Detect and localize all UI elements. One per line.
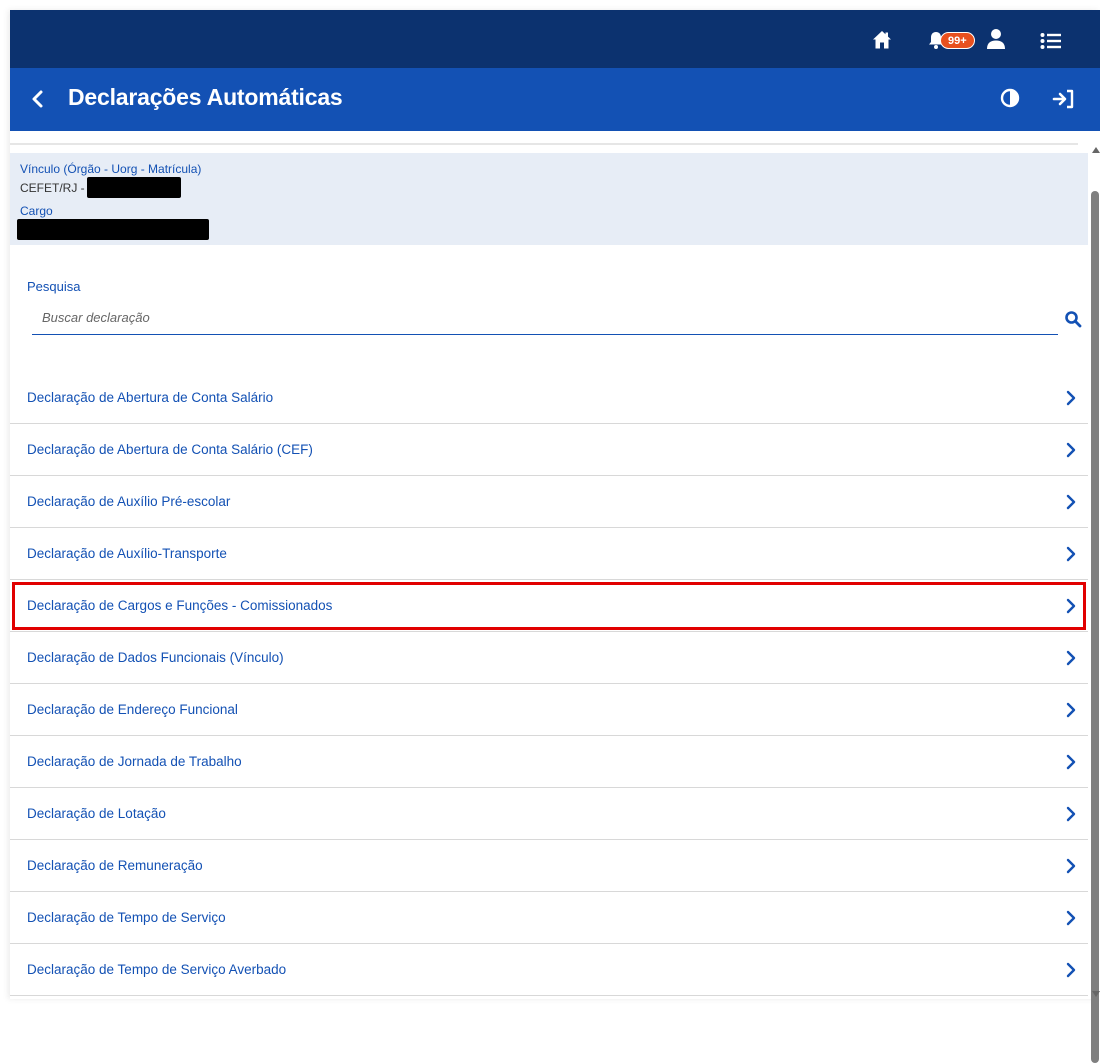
chevron-right-icon [1066, 858, 1076, 874]
home-icon[interactable] [872, 30, 892, 50]
contrast-icon[interactable] [1000, 88, 1020, 108]
vinculo-value: CEFET/RJ - [20, 177, 181, 198]
list-item[interactable]: Declaração de Abertura de Conta Salário … [10, 424, 1088, 476]
chevron-right-icon [1066, 442, 1076, 458]
chevron-right-icon [1066, 598, 1076, 614]
list-item[interactable]: Declaração de Tempo de Serviço Averbado [10, 944, 1088, 996]
chevron-right-icon [1066, 962, 1076, 978]
scroll-up-arrow[interactable] [1092, 147, 1100, 153]
search-label: Pesquisa [27, 279, 81, 294]
list-item[interactable]: Declaração de Endereço Funcional [10, 684, 1088, 736]
list-item[interactable]: Declaração de Jornada de Trabalho [10, 736, 1088, 788]
list-item[interactable]: Declaração de Tempo de Serviço [10, 892, 1088, 944]
list-item-label: Declaração de Auxílio-Transporte [27, 546, 227, 561]
vinculo-value-prefix: CEFET/RJ - [20, 180, 85, 195]
scroll-thumb[interactable] [1091, 191, 1099, 1063]
list-item-highlighted[interactable]: Declaração de Cargos e Funções - Comissi… [10, 580, 1088, 632]
chevron-right-icon [1066, 546, 1076, 562]
chevron-right-icon [1066, 702, 1076, 718]
search-row [32, 301, 1082, 337]
divider [10, 143, 1078, 145]
search-icon[interactable] [1064, 310, 1082, 328]
list-menu-icon[interactable] [1040, 32, 1062, 50]
redacted-block [17, 219, 209, 240]
chevron-right-icon [1066, 650, 1076, 666]
list-item[interactable]: Declaração de Lotação [10, 788, 1088, 840]
list-item[interactable]: Declaração de Auxílio Pré-escolar [10, 476, 1088, 528]
scroll-down-arrow[interactable] [1092, 991, 1100, 997]
title-bar: Declarações Automáticas [10, 68, 1100, 131]
chevron-left-icon[interactable] [28, 88, 48, 110]
top-bar: 99+ [10, 10, 1100, 68]
list-item-label: Declaração de Remuneração [27, 858, 203, 873]
list-item-label: Declaração de Jornada de Trabalho [27, 754, 242, 769]
notifications[interactable]: 99+ [928, 30, 975, 50]
chevron-right-icon [1066, 754, 1076, 770]
main-content: Vínculo (Órgão - Uorg - Matrícula) CEFET… [10, 131, 1088, 999]
list-item[interactable]: Declaração de Remuneração [10, 840, 1088, 892]
user-icon[interactable] [986, 28, 1006, 50]
notifications-badge: 99+ [940, 31, 975, 49]
search-input[interactable] [32, 301, 1058, 335]
vinculo-panel: Vínculo (Órgão - Uorg - Matrícula) CEFET… [10, 153, 1088, 245]
chevron-right-icon [1066, 494, 1076, 510]
scrollbar[interactable] [1090, 131, 1100, 1063]
chevron-right-icon [1066, 390, 1076, 406]
list-item-label: Declaração de Tempo de Serviço Averbado [27, 962, 287, 977]
list-item-label: Declaração de Cargos e Funções - Comissi… [27, 598, 333, 613]
list-item-label: Declaração de Endereço Funcional [27, 702, 238, 717]
list-item-label: Declaração de Lotação [27, 806, 166, 821]
list-item-label: Declaração de Dados Funcionais (Vínculo) [27, 650, 284, 665]
list-item-label: Declaração de Abertura de Conta Salário [27, 390, 274, 405]
vinculo-label: Vínculo (Órgão - Uorg - Matrícula) [20, 162, 202, 176]
list-item[interactable]: Declaração de Auxílio-Transporte [10, 528, 1088, 580]
list-item-label: Declaração de Abertura de Conta Salário … [27, 442, 313, 457]
list-item[interactable]: Declaração de Dados Funcionais (Vínculo) [10, 632, 1088, 684]
app-window: 99+ Declarações Automáticas Vínculo (Órg… [10, 10, 1100, 1063]
redacted-block [86, 177, 181, 198]
declaration-list: Declaração de Abertura de Conta Salário … [10, 372, 1088, 996]
chevron-right-icon [1066, 806, 1076, 822]
cargo-label: Cargo [20, 204, 53, 218]
cargo-value [17, 219, 209, 243]
sign-out-icon[interactable] [1052, 89, 1074, 109]
chevron-right-icon [1066, 910, 1076, 926]
page-title: Declarações Automáticas [68, 84, 343, 110]
list-item[interactable]: Declaração de Abertura de Conta Salário [10, 372, 1088, 424]
list-item-label: Declaração de Auxílio Pré-escolar [27, 494, 231, 509]
list-item-label: Declaração de Tempo de Serviço [27, 910, 226, 925]
